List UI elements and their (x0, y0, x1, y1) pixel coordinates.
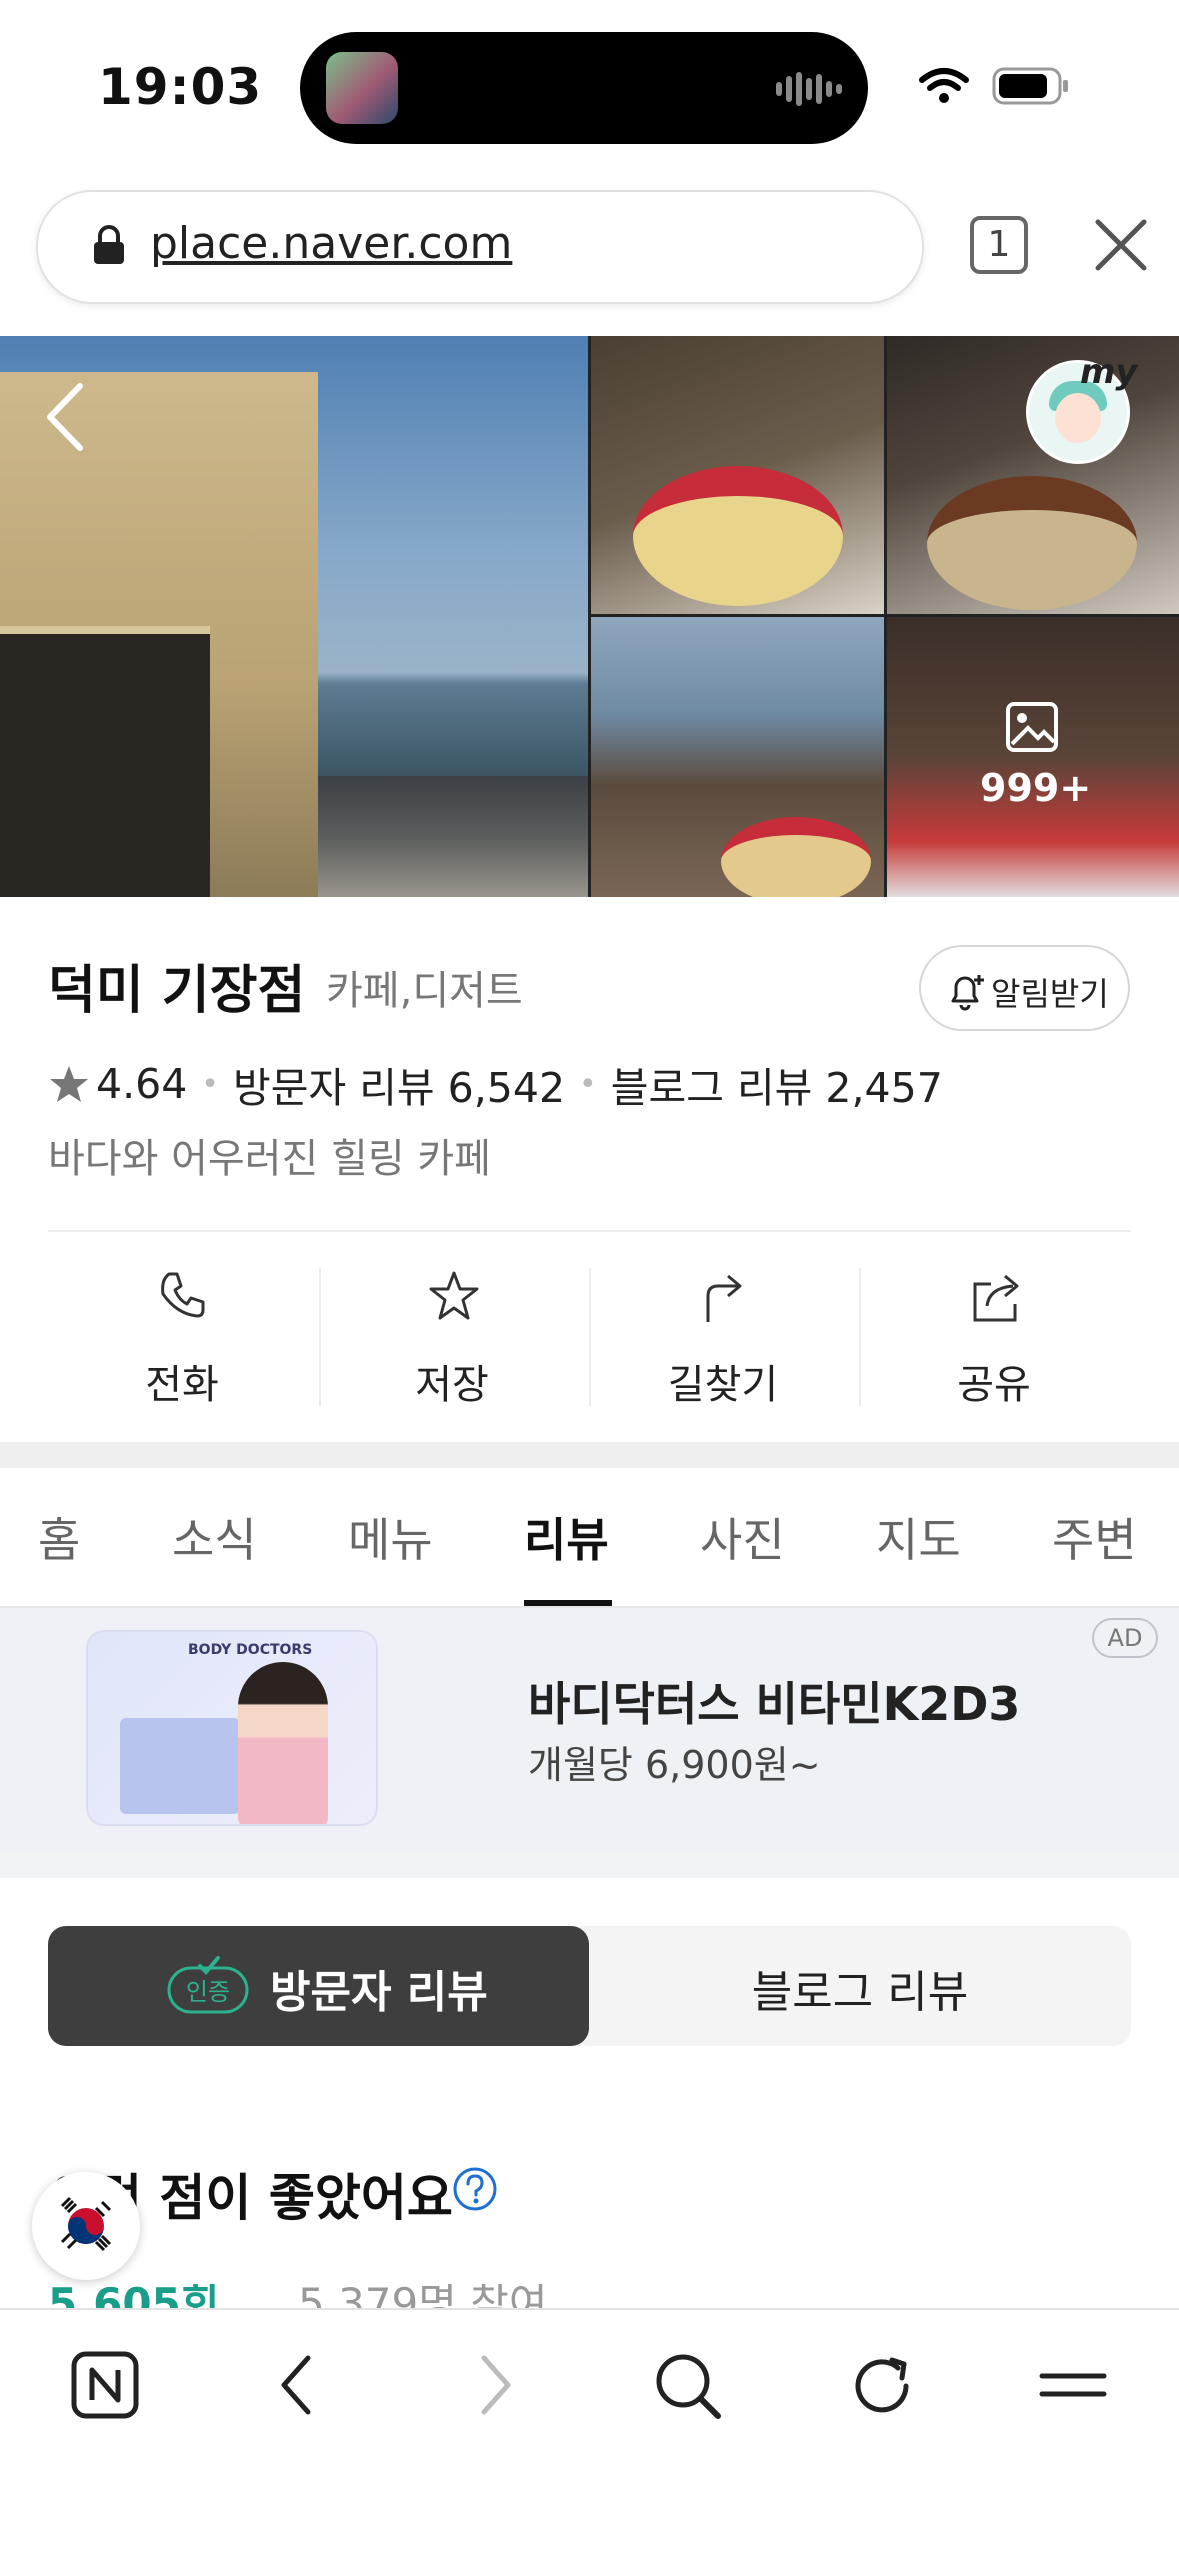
verified-badge-icon: 인증 (167, 1956, 249, 2014)
good-points-participants: 5,379명 참여 (298, 2284, 548, 2308)
rating-row: 4.64 • 방문자 리뷰 6,542 • 블로그 리뷰 2,457 (48, 1054, 943, 1114)
ad-subtitle: 개월당 6,900원~ (528, 1743, 821, 1787)
photo-thumbnail[interactable] (591, 617, 884, 897)
tab-photos[interactable]: 사진 (700, 1504, 785, 1570)
rating-value: 4.64 (96, 1060, 188, 1108)
battery-icon (992, 67, 1068, 105)
section-divider (0, 1852, 1179, 1878)
call-button[interactable]: 전화 (47, 1270, 317, 1408)
photo-gallery[interactable] (0, 336, 1179, 897)
call-label: 전화 (145, 1362, 219, 1408)
tab-map[interactable]: 지도 (876, 1504, 961, 1570)
forward-icon[interactable] (470, 2350, 520, 2420)
ad-brand-logo: BODY DOCTORS (188, 1642, 313, 1658)
search-icon[interactable] (652, 2350, 724, 2422)
ad-image[interactable]: BODY DOCTORS (86, 1630, 378, 1826)
save-button[interactable]: 저장 (317, 1270, 587, 1408)
separator-dot: • (201, 1066, 219, 1102)
help-icon[interactable] (452, 2166, 498, 2212)
active-tab-indicator (524, 1600, 612, 1606)
language-flag-button[interactable] (32, 2172, 140, 2280)
menu-icon[interactable] (1038, 2350, 1108, 2420)
visitor-review-tab[interactable]: 인증 방문자 리뷰 (48, 1926, 589, 2046)
good-points-summary: 5,605회 5,379명 참여 (48, 2284, 748, 2308)
share-label: 공유 (957, 1362, 1031, 1408)
refresh-icon[interactable] (846, 2350, 918, 2422)
place-category: 카페,디저트 (326, 968, 523, 1014)
star-filled-icon (50, 1066, 88, 1102)
share-button[interactable]: 공유 (859, 1270, 1129, 1408)
verified-badge-label: 인증 (186, 1978, 230, 2006)
share-icon (973, 1274, 1019, 1322)
tab-news[interactable]: 소식 (172, 1504, 257, 1570)
alert-label: 알림받기 (991, 975, 1109, 1013)
save-label: 저장 (415, 1362, 489, 1408)
directions-label: 길찾기 (667, 1362, 779, 1408)
back-icon[interactable] (272, 2350, 322, 2420)
section-divider (0, 1442, 1179, 1468)
close-icon[interactable] (1088, 212, 1154, 278)
tab-nearby[interactable]: 주변 (1052, 1504, 1137, 1570)
visitor-review-count-link[interactable]: 방문자 리뷰 6,542 (233, 1054, 565, 1114)
directions-icon (706, 1274, 742, 1322)
back-arrow-icon[interactable] (40, 380, 90, 454)
separator-dot: • (579, 1066, 597, 1102)
alert-subscribe-button[interactable]: 알림받기 (919, 945, 1130, 1031)
good-points-count: 5,605회 (48, 2284, 220, 2308)
divider (48, 1230, 1131, 1232)
bell-plus-icon (951, 975, 984, 1011)
browser-toolbar (0, 2308, 1179, 2554)
ad-banner[interactable]: BODY DOCTORS 바디닥터스 비타민K2D3 개월당 6,900원~ A… (0, 1608, 1179, 1854)
tabs-button[interactable]: 1 (970, 216, 1028, 274)
review-type-switch: 인증 방문자 리뷰 블로그 리뷰 (48, 1926, 1131, 2046)
dynamic-island[interactable] (300, 32, 868, 144)
status-bar: 19:03 (0, 0, 1179, 170)
visitor-review-label: 방문자 리뷰 (270, 1967, 488, 2018)
wifi-icon (919, 68, 969, 103)
ad-title[interactable]: 바디닥터스 비타민K2D3 (528, 1668, 1020, 1734)
tab-home[interactable]: 홈 (38, 1504, 80, 1570)
directions-button[interactable]: 길찾기 (588, 1270, 858, 1408)
photo-count: 999+ (980, 766, 1092, 810)
place-name: 덕미 기장점 (48, 961, 306, 1021)
address-bar[interactable]: place.naver.com (36, 190, 924, 304)
more-photos-thumbnail[interactable] (887, 617, 1179, 897)
star-outline-icon (429, 1271, 479, 1320)
phone-icon (161, 1272, 205, 1318)
tab-menu[interactable]: 메뉴 (348, 1504, 433, 1570)
korea-flag-icon (60, 2196, 112, 2252)
naver-home-icon[interactable] (70, 2350, 140, 2420)
status-time: 19:03 (98, 58, 263, 116)
place-description: 바다와 어우러진 힐링 카페 (48, 1136, 491, 1182)
lock-icon (94, 225, 124, 264)
my-label: my (1080, 352, 1138, 392)
blog-review-count-link[interactable]: 블로그 리뷰 2,457 (611, 1054, 943, 1114)
blog-review-label: 블로그 리뷰 (751, 1967, 969, 2018)
ad-badge[interactable]: AD (1092, 1618, 1158, 1658)
photo-thumbnail[interactable] (591, 336, 884, 614)
image-icon (1006, 702, 1058, 752)
tab-reviews[interactable]: 리뷰 (524, 1504, 609, 1570)
tab-bar: 홈 소식 메뉴 리뷰 사진 지도 주변 (0, 1468, 1179, 1608)
url-text[interactable]: place.naver.com (150, 218, 512, 269)
blog-review-tab[interactable]: 블로그 리뷰 (589, 1926, 1131, 2046)
audio-waveform-icon (776, 72, 842, 106)
now-playing-artwork[interactable] (326, 52, 398, 124)
